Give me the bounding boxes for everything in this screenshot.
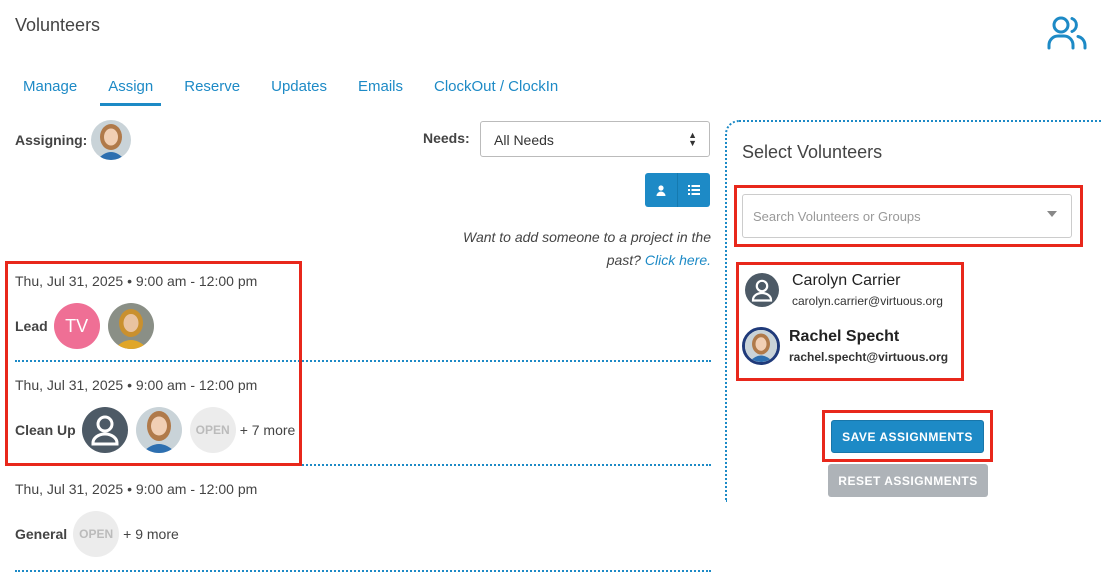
- tab-clockout-clockin[interactable]: ClockOut / ClockIn: [426, 66, 566, 106]
- users-icon[interactable]: [1046, 14, 1090, 52]
- reset-assignments-button[interactable]: RESET ASSIGNMENTS: [828, 464, 988, 497]
- click-here-link[interactable]: Click here.: [645, 252, 711, 268]
- past-project-note: Want to add someone to a project in the …: [430, 226, 711, 272]
- highlight-box: [734, 185, 1083, 247]
- nav-tabs: Manage Assign Reserve Updates Emails Clo…: [15, 66, 581, 106]
- tab-assign[interactable]: Assign: [100, 66, 162, 106]
- view-toggle: [645, 173, 710, 207]
- highlight-box: [5, 261, 302, 466]
- shift-role: General: [15, 526, 68, 542]
- shift-time: Thu, Jul 31, 2025 • 9:00 am - 12:00 pm: [15, 481, 258, 497]
- panel-title: Select Volunteers: [742, 142, 883, 162]
- shift-divider: [15, 570, 711, 572]
- more-count[interactable]: + 9 more: [123, 526, 179, 542]
- person-icon: [656, 184, 666, 196]
- needs-select[interactable]: All Needs ▲ ▼: [480, 121, 710, 157]
- needs-selected-value: All Needs: [494, 132, 554, 148]
- page-title: Volunteers: [15, 15, 101, 35]
- assigning-avatar[interactable]: [91, 120, 132, 160]
- assigning-label: Assigning:: [15, 132, 88, 148]
- tab-emails[interactable]: Emails: [350, 66, 411, 106]
- list-icon: [688, 185, 700, 195]
- person-view-button[interactable]: [645, 173, 677, 207]
- shift-general: Thu, Jul 31, 2025 • 9:00 am - 12:00 pm G…: [15, 481, 257, 557]
- list-view-button[interactable]: [677, 173, 710, 207]
- highlight-box: [822, 410, 993, 462]
- assigning-section: Assigning:: [15, 120, 132, 160]
- highlight-box: [736, 262, 964, 381]
- needs-label: Needs:: [423, 130, 470, 146]
- tab-manage[interactable]: Manage: [15, 66, 85, 106]
- select-arrows-icon: ▲ ▼: [688, 130, 697, 148]
- tab-reserve[interactable]: Reserve: [176, 66, 248, 106]
- tab-updates[interactable]: Updates: [263, 66, 335, 106]
- open-slot-badge[interactable]: OPEN: [73, 511, 120, 557]
